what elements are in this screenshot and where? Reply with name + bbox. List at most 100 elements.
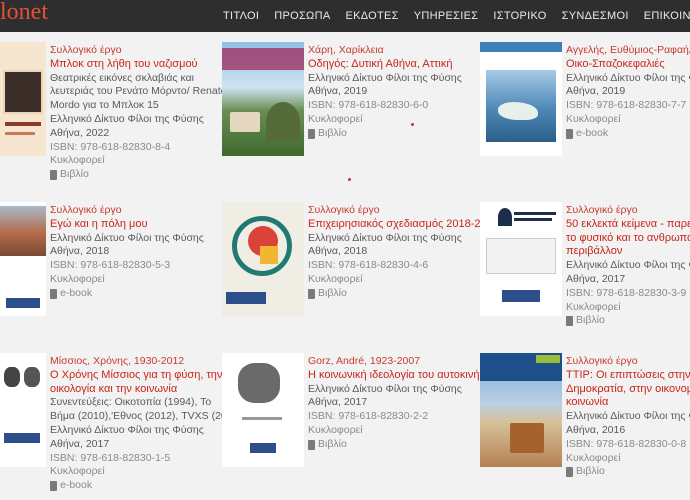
book-title[interactable]: το φυσικό και το ανθρωπογεν — [566, 232, 690, 246]
book-details: Συλλογικό έργο Μπλοκ στη λήθη του ναζισμο… — [50, 44, 226, 182]
book-format[interactable]: Βιβλίο — [308, 438, 496, 452]
main-nav: ΤΙΤΛΟΙ ΠΡΟΣΩΠΑ ΕΚΔΟΤΕΣ ΥΠΗΡΕΣΙΕΣ ΙΣΤΟΡΙΚΟ ΣΥΝ… — [223, 10, 690, 22]
book-isbn: ISBN: 978-618-82830-8-4 — [50, 140, 171, 153]
book-author[interactable]: Συλλογικό έργο — [308, 204, 499, 218]
book-subtitle: λευτεριάς του Ρενάτο Μόρντο/ Renato — [50, 85, 227, 98]
book-title[interactable]: Οδηγός: Δυτική Αθήνα, Αττική — [308, 58, 462, 72]
site-logo[interactable]: lonet — [0, 0, 48, 26]
book-title[interactable]: Μπλοκ στη λήθη του ναζισμού — [50, 58, 226, 72]
book-format[interactable]: e-book — [566, 127, 690, 141]
book-publisher[interactable]: Ελληνικό Δίκτυο Φίλοι της Φύσης — [566, 410, 690, 424]
book-isbn: ISBN: 978-618-82830-5-3 — [50, 259, 171, 272]
book-isbn: ISBN: 978-618-82830-1-5 — [50, 451, 171, 464]
book-format[interactable]: Βιβλίο — [308, 127, 462, 141]
book-format[interactable]: Βιβλίο — [50, 168, 226, 182]
top-navigation-bar: lonet ΤΙΤΛΟΙ ΠΡΟΣΩΠΑ ΕΚΔΟΤΕΣ ΥΠΗΡΕΣΙΕΣ ΙΣΤΟΡ… — [0, 0, 690, 32]
book-subtitle: Βήμα (2010),'Εθνος (2012), TVXS (2012) — [50, 410, 242, 423]
book-format-label: Βιβλίο — [576, 465, 605, 478]
book-publisher[interactable]: Ελληνικό Δίκτυο Φίλοι της Φύσης — [566, 72, 690, 86]
book-title[interactable]: Δημοκρατία, στην οικονομία, — [566, 383, 690, 397]
book-publisher[interactable]: Ελληνικό Δίκτυο Φίλοι της Φύσης — [308, 232, 499, 246]
book-cover[interactable] — [222, 202, 304, 316]
book-cover[interactable] — [480, 353, 562, 467]
book-icon — [308, 288, 315, 299]
book-format-label: Βιβλίο — [318, 286, 347, 299]
book-author[interactable]: Συλλογικό έργο — [566, 204, 690, 218]
book-author[interactable]: Συλλογικό έργο — [50, 204, 204, 218]
book-place-year: Αθήνα, 2019 — [566, 85, 626, 98]
book-isbn: ISBN: 978-618-82830-3-9 — [566, 286, 687, 299]
book-cover[interactable] — [222, 42, 304, 156]
book-details: Μίσσιος, Χρόνης, 1930-2012 Ο Χρόνης Μίσσι… — [50, 355, 242, 493]
book-place-year: Αθήνα, 2022 — [50, 126, 110, 139]
book-details: Συλλογικό έργο50 εκλεκτά κείμενα - παρεμ… — [566, 204, 690, 328]
book-format-label: Βιβλίο — [318, 437, 347, 450]
nav-item-2[interactable]: ΕΚΔΟΤΕΣ — [345, 10, 398, 22]
nav-item-4[interactable]: ΙΣΤΟΡΙΚΟ — [493, 10, 546, 22]
loading-dot — [348, 178, 351, 181]
nav-item-3[interactable]: ΥΠΗΡΕΣΙΕΣ — [414, 10, 479, 22]
book-status: Κυκλοφορεί — [50, 465, 105, 478]
book-format[interactable]: Βιβλίο — [566, 465, 690, 479]
book-author[interactable]: Μίσσιος, Χρόνης, 1930-2012 — [50, 355, 242, 369]
book-place-year: Αθήνα, 2018 — [308, 245, 368, 258]
nav-item-5[interactable]: ΣΥΝΔΕΣΜΟΙ — [562, 10, 629, 22]
book-isbn: ISBN: 978-618-82830-2-2 — [308, 410, 429, 423]
book-status: Κυκλοφορεί — [308, 112, 363, 125]
book-format-label: Βιβλίο — [318, 126, 347, 139]
book-title[interactable]: Η κοινωνική ιδεολογία του αυτοκινήτου — [308, 369, 496, 383]
book-cover[interactable] — [222, 353, 304, 467]
book-author[interactable]: Gorz, André, 1923-2007 — [308, 355, 496, 369]
book-cover[interactable] — [480, 202, 562, 316]
book-author[interactable]: Χάρη, Χαρίκλεια — [308, 44, 462, 58]
book-publisher[interactable]: Ελληνικό Δίκτυο Φίλοι της Φύσης — [308, 383, 496, 397]
book-title[interactable]: TTIP: Οι επιπτώσεις στην Ελλ — [566, 369, 690, 383]
book-details: Αγγελής, Ευθύμιος-Ραφαήλ Οικο-Σπαζοκεφαλι… — [566, 44, 690, 141]
book-cover[interactable] — [0, 353, 46, 467]
book-format-label: e-book — [576, 126, 609, 139]
book-title[interactable]: 50 εκλεκτά κείμενα - παρεμβ — [566, 218, 690, 232]
book-icon — [50, 170, 57, 181]
ebook-icon — [50, 481, 57, 492]
book-author[interactable]: Αγγελής, Ευθύμιος-Ραφαήλ — [566, 44, 690, 58]
book-details: Συλλογικό έργοTTIP: Οι επιπτώσεις στην Ε… — [566, 355, 690, 479]
book-publisher[interactable]: Ελληνικό Δίκτυο Φίλοι της Φύσης — [50, 424, 242, 438]
book-format-label: Βιβλίο — [576, 314, 605, 327]
book-author[interactable]: Συλλογικό έργο — [50, 44, 226, 58]
book-title[interactable]: κοινωνία — [566, 396, 690, 410]
nav-item-0[interactable]: ΤΙΤΛΟΙ — [223, 10, 259, 22]
book-cover[interactable] — [0, 42, 46, 156]
book-publisher[interactable]: Ελληνικό Δίκτυο Φίλοι της Φύσης — [50, 232, 204, 246]
nav-item-1[interactable]: ΠΡΟΣΩΠΑ — [274, 10, 330, 22]
book-title[interactable]: Οικο-Σπαζοκεφαλιές — [566, 58, 690, 72]
book-format[interactable]: Βιβλίο — [308, 287, 499, 301]
book-title[interactable]: Επιχειρησιακός σχεδιασμός 2018-2022 — [308, 218, 499, 232]
book-format[interactable]: Βιβλίο — [566, 314, 690, 328]
book-icon — [308, 439, 315, 450]
book-title[interactable]: Εγώ και η πόλη μου — [50, 218, 204, 232]
book-cover[interactable] — [480, 42, 562, 156]
book-title[interactable]: οικολογία και την κοινωνία — [50, 383, 242, 397]
book-title[interactable]: περιβάλλον — [566, 245, 690, 259]
book-publisher[interactable]: Ελληνικό Δίκτυο Φίλοι της Φύσης — [308, 72, 462, 86]
book-title[interactable]: Ο Χρόνης Μίσσιος για τη φύση, την — [50, 369, 242, 383]
ebook-icon — [50, 288, 57, 299]
book-details: Gorz, André, 1923-2007 Η κοινωνική ιδεολο… — [308, 355, 496, 452]
book-format[interactable]: e-book — [50, 287, 204, 301]
book-place-year: Αθήνα, 2017 — [308, 396, 368, 409]
book-format[interactable]: e-book — [50, 479, 242, 493]
book-isbn: ISBN: 978-618-82830-0-8 — [566, 437, 687, 450]
book-format-label: e-book — [60, 479, 93, 492]
book-status: Κυκλοφορεί — [566, 451, 621, 464]
book-publisher[interactable]: Ελληνικό Δίκτυο Φίλοι της Φύσης — [50, 113, 226, 127]
book-status: Κυκλοφορεί — [308, 272, 363, 285]
book-publisher[interactable]: Ελληνικό Δίκτυο Φίλοι της Φύσης — [566, 259, 690, 273]
book-details: Χάρη, Χαρίκλεια Οδηγός: Δυτική Αθήνα, Αττ… — [308, 44, 462, 141]
book-author[interactable]: Συλλογικό έργο — [566, 355, 690, 369]
nav-item-6[interactable]: ΕΠΙΚΟΙΝΩΝΙΑ — [644, 10, 690, 22]
book-cover[interactable] — [0, 202, 46, 316]
book-place-year: Αθήνα, 2017 — [566, 272, 626, 285]
ebook-icon — [566, 128, 573, 139]
book-isbn: ISBN: 978-618-82830-6-0 — [308, 99, 429, 112]
loading-dot — [411, 123, 414, 126]
